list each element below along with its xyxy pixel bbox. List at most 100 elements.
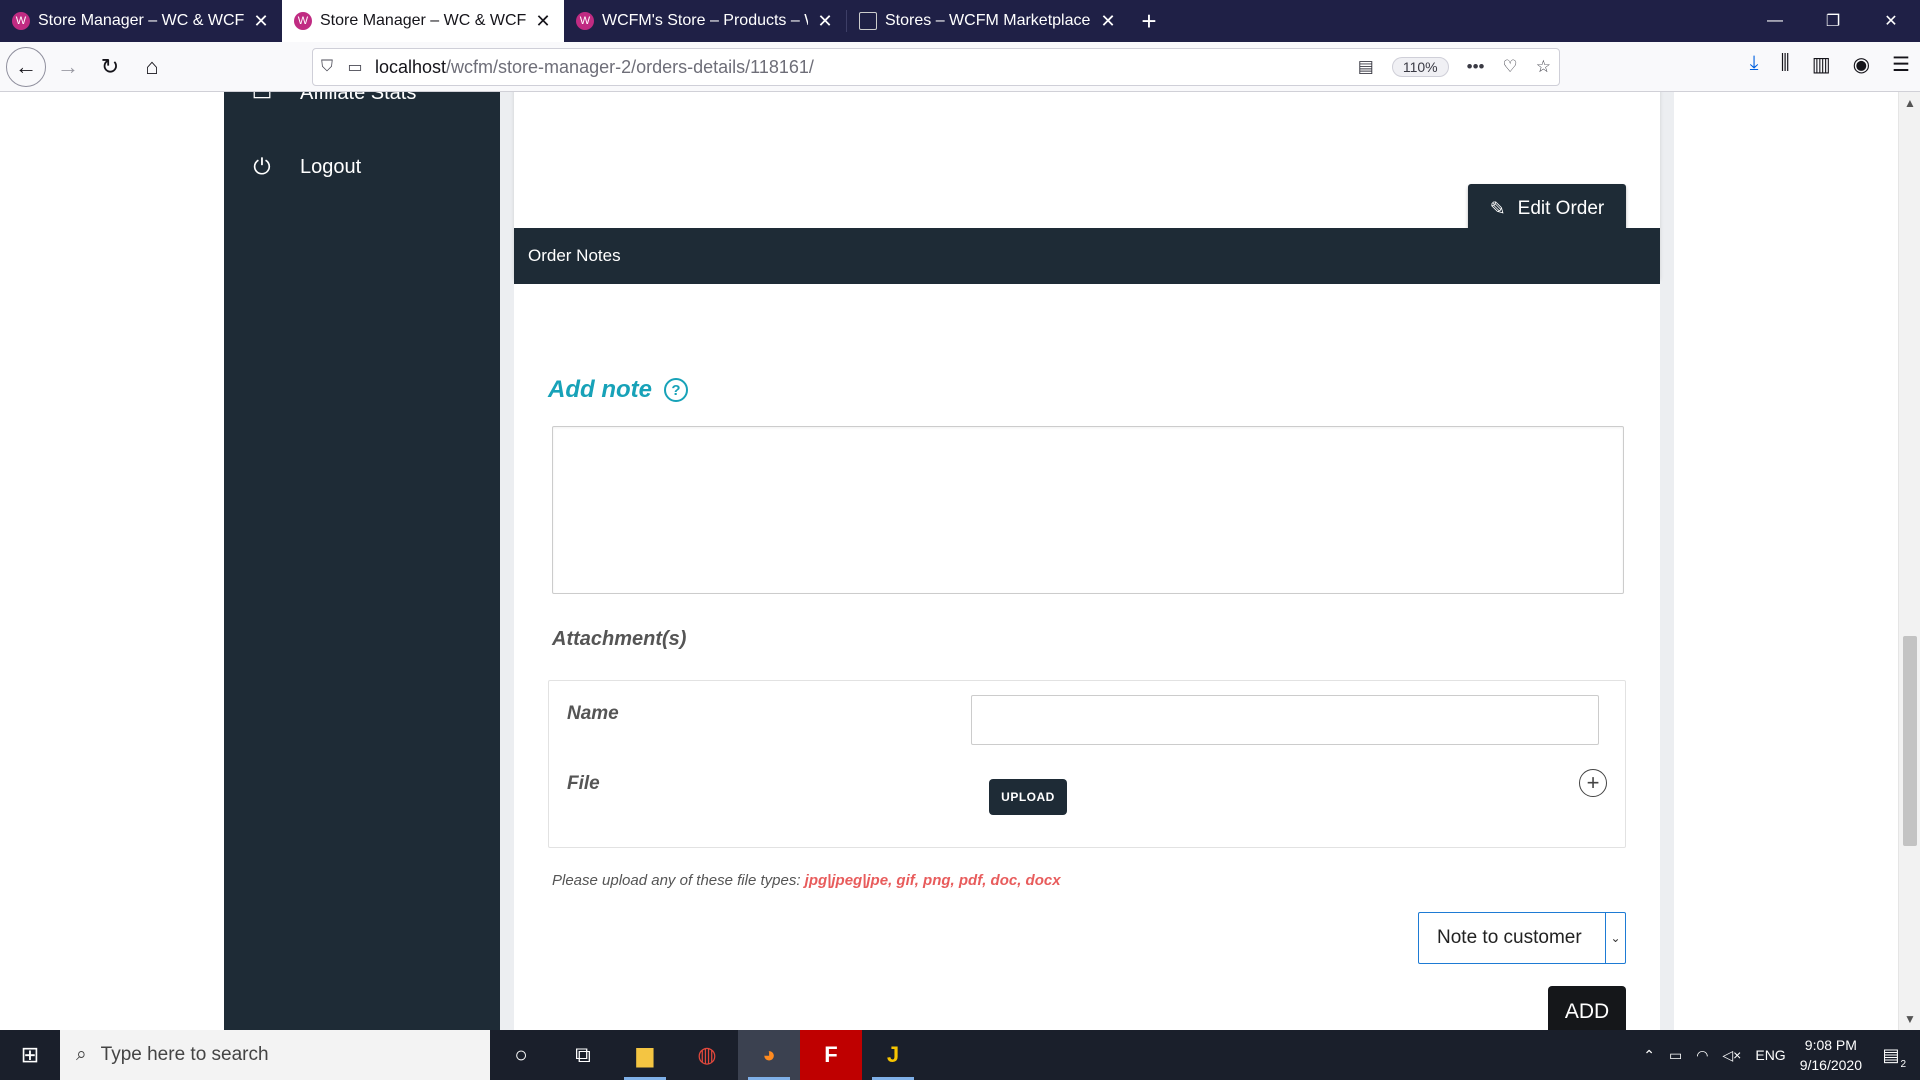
browser-tab[interactable]: W Store Manager – WC & WCFM ✕ [0, 0, 282, 42]
scroll-down-icon[interactable]: ▼ [1899, 1012, 1920, 1026]
library-icon[interactable]: ⫼ [1781, 52, 1790, 77]
add-note-heading: Add note ? [548, 376, 688, 404]
back-arrow-icon[interactable]: ← [6, 46, 46, 87]
system-tray: ⌃ ▭ ◠ ◁× ENG 9:08 PM 9/16/2020 ▤ 2 [1643, 1030, 1920, 1080]
browser-tab-bar: W Store Manager – WC & WCFM ✕ W Store Ma… [0, 0, 1920, 42]
more-actions-icon[interactable]: ••• [1467, 57, 1485, 77]
browser-tab[interactable]: W WCFM's Store – Products – WC ✕ [564, 0, 846, 42]
bookmark-star-icon[interactable]: ☆ [1536, 57, 1551, 77]
attachment-name-label: Name [567, 703, 619, 724]
sidebar-item-logout[interactable]: ⏻ Logout [224, 144, 500, 190]
chevron-down-icon[interactable]: ⌄ [1605, 913, 1625, 963]
reader-view-icon[interactable]: ▤ [1358, 57, 1374, 77]
home-icon[interactable]: ⌂ [132, 47, 172, 87]
notification-count: 2 [1900, 1059, 1906, 1070]
edit-order-label: Edit Order [1517, 198, 1605, 219]
tab-title: Stores – WCFM Marketplace [885, 12, 1091, 29]
wcfm-favicon-icon: W [294, 12, 312, 30]
attachments-box: Name File UPLOAD + [548, 680, 1626, 848]
page-viewport: ▭ Affiliate Stats ⏻ Logout ✎ Edit Order … [0, 92, 1920, 1030]
tab-title: Store Manager – WC & WCFM [320, 12, 526, 29]
note-textarea[interactable] [552, 426, 1624, 594]
account-icon[interactable]: ◉ [1853, 52, 1870, 77]
new-tab-plus-icon[interactable]: + [1129, 0, 1169, 42]
attachment-name-input[interactable] [971, 695, 1599, 745]
taskbar-search[interactable]: ⌕ Type here to search [60, 1030, 490, 1080]
scrollbar-thumb[interactable] [1903, 636, 1917, 846]
close-icon[interactable]: ✕ [816, 11, 834, 32]
filezilla-icon[interactable]: F [800, 1030, 862, 1080]
sidebar-toggle-icon[interactable]: ▥ [1812, 52, 1831, 77]
menu-icon[interactable]: ☰ [1892, 52, 1910, 77]
note-type-select[interactable]: Note to customer ⌄ [1418, 912, 1626, 964]
order-notes-header: Order Notes [514, 228, 1660, 284]
sidebar-item-label: Affiliate Stats [300, 92, 417, 104]
file-types-hint: Please upload any of these file types: j… [552, 872, 1061, 889]
file-types-prefix: Please upload any of these file types: [552, 872, 805, 889]
wcfm-favicon-icon: W [12, 12, 30, 30]
taskbar-clock[interactable]: 9:08 PM 9/16/2020 [1800, 1035, 1862, 1075]
browser-nav-bar: ← → ↻ ⌂ ⛉ ▭ localhost/wcfm/store-manager… [0, 42, 1920, 92]
window-close-icon[interactable]: ✕ [1862, 0, 1920, 42]
jetbrains-icon[interactable]: J [862, 1030, 924, 1080]
url-path: /wcfm/store-manager-2/orders-details/118… [446, 56, 814, 77]
sidebar-item-label: Logout [300, 155, 362, 178]
power-icon: ⏻ [253, 154, 271, 179]
affiliate-icon: ▭ [251, 92, 273, 105]
chrome-icon[interactable]: ◍ [676, 1030, 738, 1080]
file-types-list: jpg|jpeg|jpe, gif, png, pdf, doc, docx [804, 872, 1061, 889]
add-note-button[interactable]: ADD [1548, 986, 1626, 1030]
note-type-selected: Note to customer [1437, 927, 1582, 948]
language-indicator[interactable]: ENG [1755, 1047, 1785, 1063]
window-controls: — ❐ ✕ [1746, 0, 1920, 42]
restore-icon[interactable]: ❐ [1804, 0, 1862, 42]
file-explorer-icon[interactable]: ▆ [614, 1030, 676, 1080]
cortana-icon[interactable]: ○ [490, 1030, 552, 1080]
wcfm-favicon-icon: W [576, 12, 594, 30]
download-icon[interactable]: ⤓ [1750, 52, 1759, 77]
clock-date: 9/16/2020 [1799, 1057, 1862, 1073]
edit-order-button[interactable]: ✎ Edit Order [1468, 184, 1626, 234]
browser-tab[interactable]: Stores – WCFM Marketplace ✕ [847, 0, 1129, 42]
chevron-up-icon[interactable]: ⌃ [1643, 1047, 1655, 1064]
close-icon[interactable]: ✕ [1099, 11, 1117, 32]
volume-muted-icon[interactable]: ◁× [1722, 1047, 1741, 1064]
minimize-icon[interactable]: — [1746, 0, 1804, 42]
attachments-label: Attachment(s) [552, 628, 687, 650]
tab-title: Store Manager – WC & WCFM [38, 12, 244, 29]
forward-arrow-icon[interactable]: → [48, 47, 88, 87]
store-manager-sidebar: ▭ Affiliate Stats ⏻ Logout [224, 92, 500, 1030]
notification-center-icon[interactable]: ▤ 2 [1876, 1040, 1906, 1071]
browser-tab-active[interactable]: W Store Manager – WC & WCFM ✕ [282, 0, 564, 42]
add-attachment-plus-icon[interactable]: + [1579, 769, 1607, 797]
close-icon[interactable]: ✕ [252, 11, 270, 32]
taskbar-search-placeholder: Type here to search [100, 1044, 269, 1065]
firefox-icon[interactable]: ◕ [738, 1030, 800, 1080]
battery-icon[interactable]: ▭ [1669, 1047, 1682, 1064]
upload-button[interactable]: UPLOAD [989, 779, 1067, 815]
shield-icon[interactable]: ⛉ [313, 58, 341, 76]
url-bar[interactable]: ⛉ ▭ localhost/wcfm/store-manager-2/order… [312, 48, 1560, 86]
windows-taskbar: ⊞ ⌕ Type here to search ○ ⧉ ▆ ◍ ◕ F J ⌃ … [0, 1030, 1920, 1080]
task-view-icon[interactable]: ⧉ [552, 1030, 614, 1080]
page-info-icon[interactable]: ▭ [341, 57, 369, 77]
page-scrollbar[interactable]: ▲ ▼ [1898, 92, 1920, 1030]
url-bar-actions: ▤ 110% ••• ♡ ☆ [1358, 57, 1551, 77]
wifi-icon[interactable]: ◠ [1696, 1047, 1708, 1064]
sidebar-item-affiliate-stats[interactable]: ▭ Affiliate Stats [224, 92, 500, 116]
reload-icon[interactable]: ↻ [90, 47, 130, 87]
clock-time: 9:08 PM [1804, 1037, 1857, 1053]
add-note-label: Add note [548, 376, 652, 403]
scroll-up-icon[interactable]: ▲ [1899, 96, 1920, 110]
site-favicon-icon [859, 12, 877, 30]
search-icon: ⌕ [76, 1044, 87, 1065]
order-notes-card: Order Notes Add note ? Attachment(s) Nam… [514, 228, 1660, 1030]
close-icon[interactable]: ✕ [534, 11, 552, 32]
browser-toolbar: ⤓ ⫼ ▥ ◉ ☰ [1750, 52, 1910, 77]
windows-start-icon[interactable]: ⊞ [0, 1030, 60, 1080]
help-question-icon[interactable]: ? [663, 378, 688, 402]
pocket-icon[interactable]: ♡ [1503, 57, 1518, 77]
tab-title: WCFM's Store – Products – WC [602, 12, 808, 29]
zoom-level-badge[interactable]: 110% [1391, 57, 1449, 77]
pencil-icon: ✎ [1489, 198, 1506, 220]
